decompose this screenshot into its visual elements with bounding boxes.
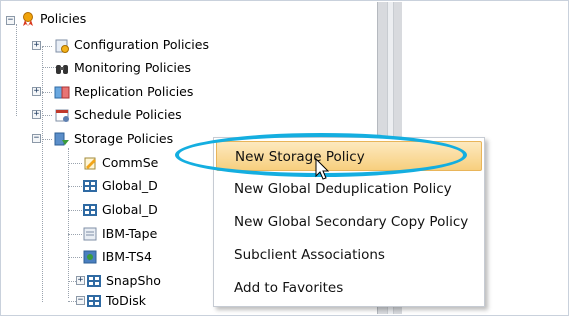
pencil-policy-icon bbox=[82, 155, 98, 171]
tree-item-replication-policies[interactable]: Replication Policies bbox=[54, 82, 195, 102]
expand-toggle[interactable]: + bbox=[76, 276, 85, 285]
tree-item-configuration-policies[interactable]: Configuration Policies bbox=[54, 35, 211, 55]
storage-node-icon bbox=[82, 178, 98, 194]
binoculars-icon bbox=[54, 60, 70, 76]
tree-item-storage-policy[interactable]: IBM-TS4 bbox=[82, 247, 154, 267]
storage-node-icon bbox=[86, 273, 102, 289]
collapse-toggle[interactable]: − bbox=[76, 296, 85, 305]
calendar-icon bbox=[54, 107, 70, 123]
tree-item-storage-policy[interactable]: ToDisk bbox=[86, 291, 148, 311]
menu-item-add-to-favorites[interactable]: Add to Favorites bbox=[216, 273, 482, 303]
tree-item-schedule-policies[interactable]: Schedule Policies bbox=[54, 105, 184, 125]
tree-item-label: Policies bbox=[40, 11, 87, 26]
menu-item-subclient-associations[interactable]: Subclient Associations bbox=[216, 240, 482, 270]
tree-item-monitoring-policies[interactable]: Monitoring Policies bbox=[54, 58, 193, 78]
storage-node-icon bbox=[82, 202, 98, 218]
storage-node-icon bbox=[86, 293, 102, 309]
expand-toggle[interactable]: + bbox=[32, 41, 41, 50]
storage-policy-icon bbox=[54, 131, 70, 147]
menu-item-new-global-deduplication-policy[interactable]: New Global Deduplication Policy bbox=[216, 174, 482, 204]
mouse-cursor-icon bbox=[315, 158, 330, 180]
tree-item-storage-policy[interactable]: Global_D bbox=[82, 200, 160, 220]
tree-item-storage-policies[interactable]: Storage Policies bbox=[54, 129, 175, 149]
tree-item-storage-policy[interactable]: Global_D bbox=[82, 176, 160, 196]
menu-item-new-global-secondary-copy-policy[interactable]: New Global Secondary Copy Policy bbox=[216, 207, 482, 237]
replication-policy-icon bbox=[54, 84, 70, 100]
configuration-policy-icon bbox=[54, 37, 70, 53]
tree-item-storage-policy[interactable]: SnapSho bbox=[86, 271, 163, 291]
expand-toggle[interactable]: + bbox=[32, 87, 41, 96]
tree-item-storage-policy[interactable]: IBM-Tape bbox=[82, 224, 159, 244]
tape-icon bbox=[82, 226, 98, 242]
tree-item-storage-policy[interactable]: CommSe bbox=[82, 153, 160, 173]
collapse-toggle[interactable]: − bbox=[6, 16, 15, 25]
tape-library-icon bbox=[82, 249, 98, 265]
expand-toggle[interactable]: + bbox=[32, 110, 41, 119]
policy-ribbon-icon bbox=[20, 11, 36, 27]
collapse-toggle[interactable]: − bbox=[32, 134, 41, 143]
tree-item-policies[interactable]: Policies bbox=[20, 9, 88, 29]
